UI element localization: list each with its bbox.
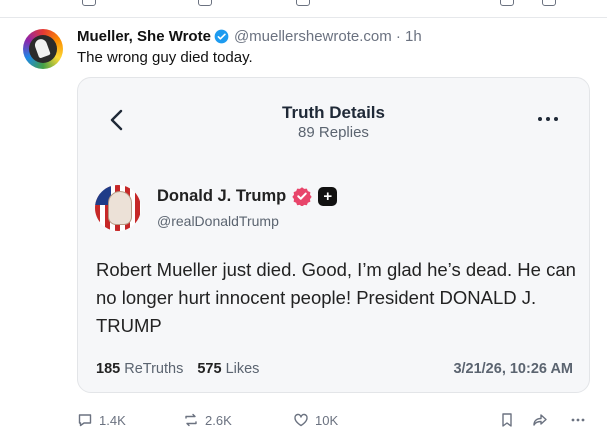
- likes-count: 575: [197, 361, 222, 377]
- likes-stat: 575 Likes: [197, 361, 259, 377]
- embedded-post-card[interactable]: Truth Details 89 Replies Donald J. Trump…: [77, 77, 590, 393]
- share-icon: [533, 414, 547, 426]
- ellipsis-icon: [571, 418, 585, 422]
- like-icon[interactable]: [296, 0, 310, 6]
- repost-icon[interactable]: [198, 0, 212, 6]
- like-button[interactable]: 10K: [293, 412, 338, 428]
- reply-button[interactable]: 1.4K: [77, 412, 126, 428]
- card-title: Truth Details: [282, 103, 385, 122]
- retruths-label: ReTruths: [124, 361, 184, 377]
- verified-badge-icon: [214, 29, 229, 43]
- embed-date: 3/21/26, 10:26 AM: [453, 361, 573, 377]
- embed-author-line: Donald J. Trump +: [157, 186, 338, 206]
- post-author-line: Mueller, She Wrote @muellershewrote.com …: [77, 27, 422, 45]
- embed-author-name: Donald J. Trump: [157, 186, 287, 205]
- previous-post-action-strip: [0, 0, 607, 18]
- embed-stats: 185 ReTruths 575 Likes: [96, 361, 259, 377]
- reply-icon[interactable]: [82, 0, 96, 6]
- reply-count: 89 Replies: [298, 124, 369, 141]
- likes-label: Likes: [225, 361, 260, 377]
- reply-count: 1.4K: [99, 412, 126, 428]
- embed-body-text: Robert Mueller just died. Good, I’m glad…: [96, 259, 576, 336]
- bookmark-icon[interactable]: [500, 0, 514, 6]
- avatar-face: [108, 191, 132, 225]
- avatar[interactable]: [23, 29, 63, 69]
- author-name[interactable]: Mueller, She Wrote: [77, 28, 211, 45]
- repost-button[interactable]: 2.6K: [183, 412, 232, 428]
- post-action-bar: 1.4K 2.6K 10K: [77, 412, 607, 434]
- retruths-stat: 185 ReTruths: [96, 361, 183, 377]
- post-text: The wrong guy died today.: [77, 49, 253, 66]
- more-options-button[interactable]: [570, 412, 586, 428]
- like-icon: [294, 413, 308, 427]
- reply-icon: [78, 414, 92, 427]
- repost-count: 2.6K: [205, 412, 232, 428]
- share-icon[interactable]: [542, 0, 556, 6]
- plus-badge-icon: +: [318, 186, 338, 206]
- like-count: 10K: [315, 412, 339, 428]
- bookmark-icon: [502, 413, 512, 427]
- more-dots-icon[interactable]: [536, 114, 560, 124]
- share-button[interactable]: [532, 412, 548, 428]
- bookmark-button[interactable]: [499, 412, 515, 428]
- repost-icon: [185, 413, 197, 427]
- retruths-count: 185: [96, 361, 121, 377]
- author-handle[interactable]: @muellershewrote.com · 1h: [234, 28, 422, 45]
- verified-badge-icon: [292, 187, 312, 206]
- embed-avatar: [95, 185, 141, 231]
- embed-author-handle: @realDonaldTrump: [157, 213, 279, 229]
